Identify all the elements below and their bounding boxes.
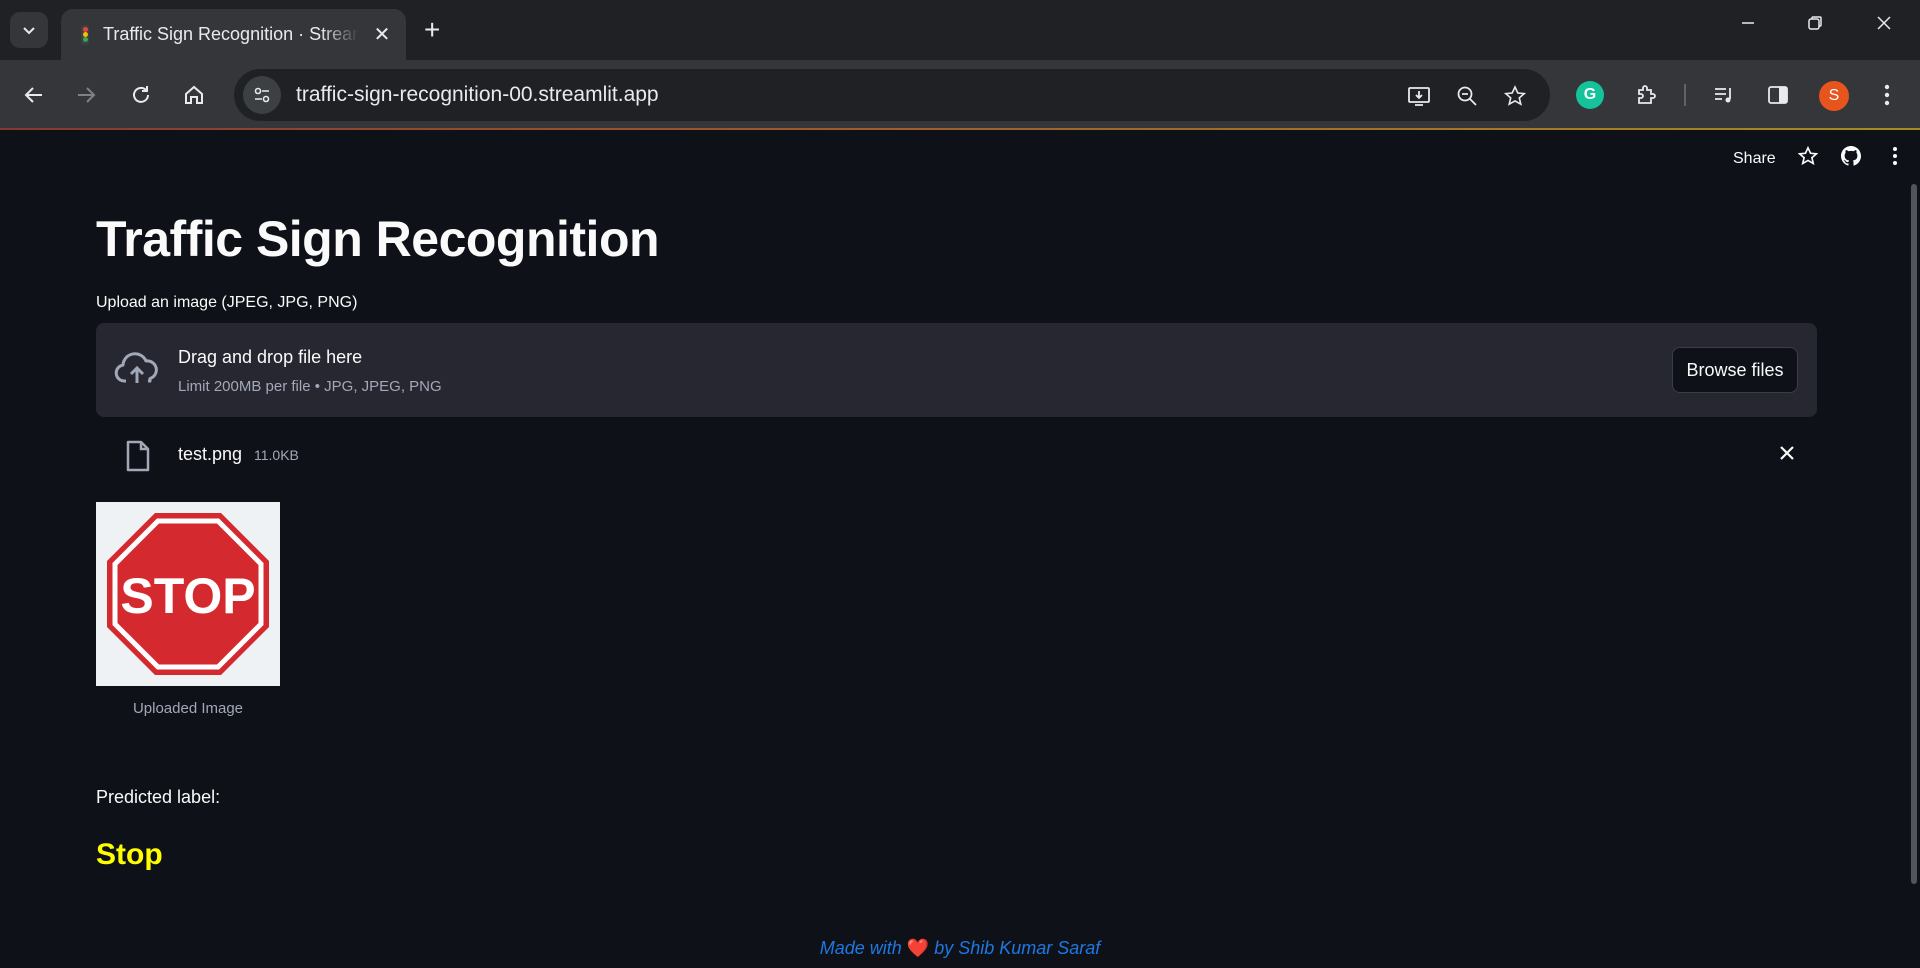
install-app-icon (1408, 87, 1430, 106)
side-panel-button[interactable] (1762, 79, 1794, 111)
page-scrollbar[interactable] (1911, 184, 1917, 884)
kebab-menu-icon (1884, 84, 1890, 106)
minimize-icon (1742, 22, 1754, 24)
uploaded-image: STOP (96, 502, 280, 686)
dropzone-title: Drag and drop file here (178, 347, 363, 367)
arrow-right-icon (78, 87, 96, 103)
puzzle-icon (1638, 85, 1656, 104)
profile-avatar[interactable]: S (1819, 81, 1849, 111)
restore-button[interactable] (1800, 14, 1830, 37)
remove-file-button[interactable] (1778, 438, 1796, 469)
github-icon (1841, 146, 1862, 166)
home-button[interactable] (178, 79, 210, 111)
window-close-button[interactable] (1869, 14, 1899, 37)
dropzone-subtitle: Limit 200MB per file • JPG, JPEG, PNG (178, 378, 442, 395)
extensions-button[interactable] (1630, 79, 1662, 111)
heart-icon: ❤️ (906, 938, 930, 958)
share-button[interactable]: Share (1733, 150, 1776, 168)
page-title: Traffic Sign Recognition (96, 211, 660, 267)
chevron-down-icon (23, 27, 35, 35)
restore-icon (1808, 16, 1822, 30)
side-panel-icon (1768, 86, 1788, 104)
file-dropzone[interactable]: Drag and drop file here Limit 200MB per … (96, 323, 1817, 417)
toolbar-divider (1684, 84, 1686, 106)
tab-search-button[interactable] (10, 12, 48, 48)
stop-sign-image: STOP (107, 513, 269, 675)
install-app-button[interactable] (1404, 81, 1434, 111)
streamlit-app: Share Traffic Sign Recognition Upload an… (0, 132, 1920, 968)
app-menu-button[interactable] (1881, 146, 1909, 172)
prediction-value: Stop (96, 838, 163, 871)
zoom-button[interactable] (1452, 81, 1482, 111)
browse-files-button[interactable]: Browse files (1672, 347, 1798, 393)
close-icon[interactable]: ✕ (370, 22, 394, 47)
browser-tab-bar: Traffic Sign Recognition · Streamlit ✕ + (0, 0, 1920, 60)
bookmark-button[interactable] (1500, 81, 1530, 111)
browser-menu-button[interactable] (1871, 79, 1903, 111)
new-tab-button[interactable]: + (424, 14, 440, 46)
media-controls-button[interactable] (1708, 79, 1740, 111)
home-icon (185, 85, 203, 104)
uploaded-file-row: test.png 11.0KB (96, 432, 1817, 482)
stop-sign-text: STOP (120, 568, 255, 624)
file-name: test.png (178, 444, 243, 464)
close-icon (1780, 446, 1794, 460)
image-caption: Uploaded Image (132, 700, 244, 717)
github-button[interactable] (1837, 146, 1865, 172)
media-queue-icon (1715, 88, 1731, 103)
traffic-light-icon (81, 24, 89, 45)
tab-title: Traffic Sign Recognition · Streamlit (103, 24, 359, 44)
minimize-button[interactable] (1733, 14, 1763, 37)
browser-toolbar: traffic-sign-recognition-00.streamlit.ap… (0, 60, 1920, 130)
star-icon (1504, 85, 1526, 106)
reload-icon (133, 86, 149, 103)
forward-button[interactable] (70, 79, 102, 111)
reload-button[interactable] (125, 79, 157, 111)
grammarly-extension-icon[interactable]: G (1576, 81, 1604, 109)
star-icon (1797, 145, 1819, 166)
close-icon (1877, 16, 1891, 30)
arrow-left-icon (24, 87, 42, 103)
prediction-label: Predicted label: (96, 787, 221, 807)
footer-credit: Made with ❤️ by Shib Kumar Saraf (0, 938, 1920, 959)
uploader-label: Upload an image (JPEG, JPG, PNG) (96, 294, 358, 311)
browser-tab-active[interactable]: Traffic Sign Recognition · Streamlit ✕ (61, 9, 406, 60)
kebab-menu-icon (1893, 147, 1897, 165)
footer-prefix: Made with (819, 938, 902, 958)
site-info-button[interactable] (243, 76, 281, 114)
cloud-upload-icon (114, 352, 158, 383)
address-bar[interactable]: traffic-sign-recognition-00.streamlit.ap… (234, 69, 1550, 121)
back-button[interactable] (18, 79, 50, 111)
favorite-button[interactable] (1794, 145, 1822, 172)
tune-icon (254, 87, 270, 103)
url-text[interactable]: traffic-sign-recognition-00.streamlit.ap… (296, 83, 659, 107)
file-size: 11.0KB (254, 447, 299, 463)
zoom-out-icon (1457, 86, 1477, 106)
footer-suffix: by Shib Kumar Saraf (934, 938, 1101, 958)
file-icon (126, 440, 150, 472)
